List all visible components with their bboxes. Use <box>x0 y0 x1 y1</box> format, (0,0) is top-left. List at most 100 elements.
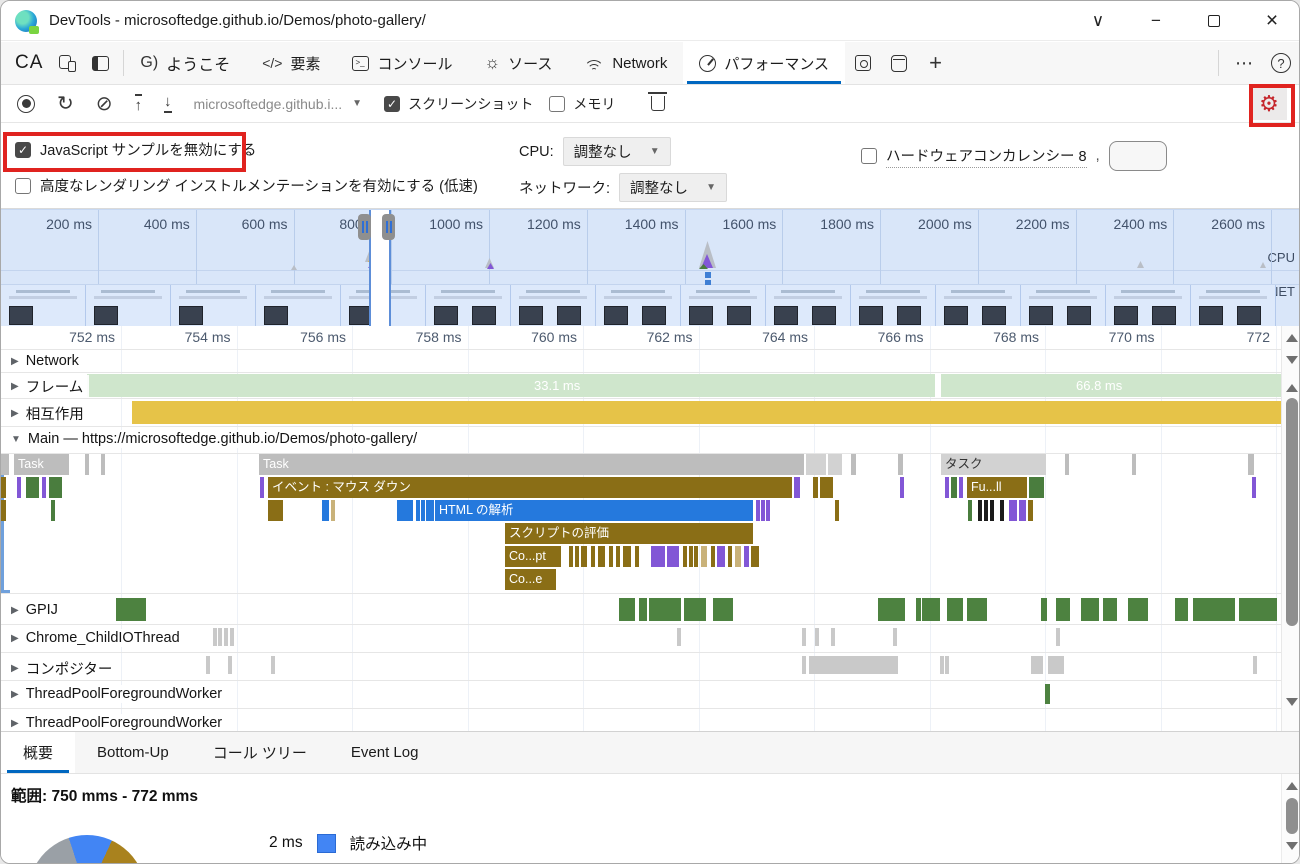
flame-bar[interactable] <box>421 500 425 521</box>
flame-bar[interactable] <box>1056 598 1070 621</box>
filmstrip-card[interactable] <box>511 285 596 326</box>
flame-bar[interactable] <box>651 546 665 567</box>
flame-bar[interactable] <box>1 477 6 498</box>
flame-bar[interactable] <box>575 546 579 567</box>
flame-bar[interactable] <box>951 477 957 498</box>
tab-event-log[interactable]: Event Log <box>329 732 441 773</box>
flame-bar[interactable] <box>820 477 833 498</box>
flame-bar[interactable] <box>213 628 217 646</box>
advanced-rendering-checkbox[interactable] <box>15 178 31 194</box>
screenshots-checkbox[interactable]: ✓ <box>384 96 400 112</box>
tab-console[interactable]: >_ コンソール <box>336 42 468 84</box>
tab-elements[interactable]: </> 要素 <box>246 42 336 84</box>
flame-bar[interactable]: HTML の解析 <box>435 500 753 521</box>
flame-bar[interactable] <box>1239 598 1277 621</box>
hardware-concurrency-input[interactable] <box>1109 141 1167 171</box>
flame-bar[interactable] <box>569 546 573 567</box>
flame-bar[interactable] <box>701 546 707 567</box>
flame-bar[interactable] <box>101 454 105 475</box>
flame-bar[interactable] <box>218 628 222 646</box>
flame-bar[interactable] <box>713 598 733 621</box>
flame-bar[interactable] <box>416 500 420 521</box>
flame-bar[interactable] <box>893 628 897 646</box>
expand-arrow-icon[interactable]: ▼ <box>11 434 21 445</box>
flame-bar[interactable] <box>228 656 232 674</box>
flame-bar[interactable] <box>916 598 921 621</box>
flame-bar[interactable] <box>1248 454 1254 475</box>
add-tab-button[interactable]: + <box>917 42 954 84</box>
tab-network[interactable]: Network <box>568 42 683 84</box>
flame-bar[interactable] <box>635 546 639 567</box>
flame-bar[interactable] <box>224 628 228 646</box>
scroll-up-arrow[interactable] <box>1286 334 1298 342</box>
chart-scrollbar[interactable] <box>1281 326 1300 731</box>
flame-bar[interactable] <box>268 500 283 521</box>
memory-checkbox[interactable] <box>549 96 565 112</box>
flame-bar[interactable] <box>689 546 693 567</box>
filmstrip-card[interactable] <box>1021 285 1106 326</box>
flame-bar[interactable] <box>1128 598 1148 621</box>
flame-bar[interactable] <box>831 628 835 646</box>
flame-bar[interactable] <box>728 546 732 567</box>
record-button[interactable] <box>17 95 35 113</box>
close-button[interactable]: × <box>1243 1 1300 41</box>
flame-bar[interactable] <box>581 546 587 567</box>
upload-profile-icon[interactable]: ↑ <box>135 94 143 113</box>
flame-bar[interactable] <box>835 500 839 521</box>
scroll-down-arrow[interactable] <box>1286 698 1298 706</box>
flame-bar[interactable] <box>26 477 39 498</box>
clear-icon[interactable]: ⊘ <box>96 94 113 114</box>
filmstrip-card[interactable] <box>171 285 256 326</box>
hardware-concurrency-checkbox[interactable] <box>861 148 877 164</box>
panel-layout-icon[interactable] <box>92 56 109 71</box>
flame-bar[interactable] <box>945 477 949 498</box>
flame-chart-region[interactable]: 752 ms754 ms756 ms758 ms760 ms762 ms764 … <box>1 326 1300 731</box>
flame-bar[interactable] <box>878 598 905 621</box>
flame-bar[interactable] <box>1193 598 1235 621</box>
cpu-throttle-select[interactable]: 調整なし ▼ <box>563 137 671 166</box>
filmstrip-card[interactable] <box>86 285 171 326</box>
filmstrip-card[interactable] <box>681 285 766 326</box>
flame-bar[interactable] <box>1028 500 1033 521</box>
flame-bar[interactable] <box>1056 628 1060 646</box>
flame-bar[interactable] <box>322 500 329 521</box>
flame-bar[interactable] <box>1009 500 1017 521</box>
advanced-rendering-row[interactable]: 高度なレンダリング インストルメンテーションを有効にする (低速) <box>15 175 478 196</box>
flame-bar[interactable] <box>940 656 944 674</box>
flame-bar[interactable] <box>639 598 647 621</box>
flame-bar[interactable]: Co...e <box>505 569 556 590</box>
worker2-track-label[interactable]: ▶ThreadPoolForegroundWorker <box>7 714 228 731</box>
flame-bar[interactable] <box>813 477 818 498</box>
flame-bar[interactable] <box>984 500 988 521</box>
flame-bar[interactable] <box>1000 500 1004 521</box>
worker1-track-label[interactable]: ▶ThreadPoolForegroundWorker <box>7 685 228 703</box>
flame-bar[interactable] <box>1029 477 1044 498</box>
network-throttle-select[interactable]: 調整なし ▼ <box>619 173 727 202</box>
flame-bar[interactable] <box>1132 454 1136 475</box>
frames-track-label[interactable]: ▶フレーム <box>7 375 89 398</box>
flame-bar[interactable] <box>677 628 681 646</box>
flame-bar[interactable] <box>802 628 806 646</box>
flame-bar[interactable] <box>1 454 9 475</box>
flame-bar[interactable] <box>271 656 275 674</box>
flame-bar[interactable] <box>694 546 698 567</box>
filmstrip-card[interactable] <box>1 285 86 326</box>
flame-bar[interactable] <box>1045 684 1050 704</box>
flame-bar[interactable] <box>717 546 725 567</box>
flame-bar[interactable] <box>1175 598 1188 621</box>
flame-bar[interactable] <box>978 500 982 521</box>
flame-bar[interactable] <box>260 477 264 498</box>
expand-arrow-icon[interactable]: ▶ <box>11 663 19 674</box>
flame-bar[interactable] <box>1081 598 1099 621</box>
flame-bar[interactable] <box>802 656 806 674</box>
flame-bar[interactable] <box>751 546 759 567</box>
main-track-label[interactable]: ▼Main — https://microsoftedge.github.io/… <box>7 430 423 448</box>
flame-bar[interactable] <box>967 598 987 621</box>
screenshots-checkbox-row[interactable]: ✓ スクリーンショット <box>384 94 533 114</box>
flame-bar[interactable]: Task <box>259 454 804 475</box>
flame-bar[interactable] <box>766 500 770 521</box>
flame-bar[interactable] <box>598 546 605 567</box>
flame-bar[interactable] <box>1041 598 1047 621</box>
flame-bar[interactable]: スクリプトの評価 <box>505 523 753 544</box>
selection-left-handle[interactable] <box>358 214 371 240</box>
